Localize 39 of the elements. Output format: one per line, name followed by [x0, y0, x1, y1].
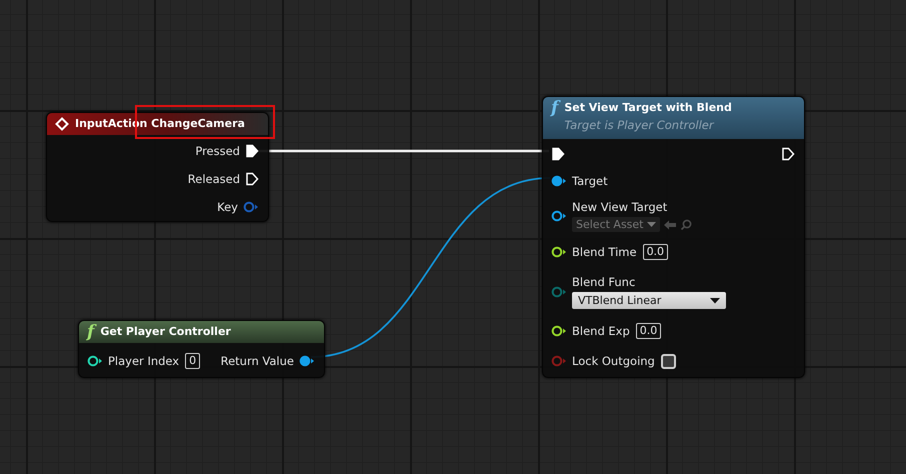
node-panel[interactable]: f Set View Target with Blend Target is Player Controller Target New View Target Select Asset Blend Time 0.0 Blend Func VTBlend Linear Blend Exp 0.0 Lock Outgoing [542, 96, 805, 378]
pin-icon[interactable] [551, 246, 567, 258]
event-icon [55, 117, 69, 131]
node-title: Set View Target with Blend [564, 100, 732, 116]
pin-label: New View Target [572, 200, 668, 214]
pin-icon[interactable] [551, 175, 567, 187]
exec-pin-icon[interactable] [245, 144, 259, 158]
pin-icon[interactable] [299, 355, 315, 367]
number-field[interactable]: 0 [185, 353, 200, 369]
dropdown[interactable]: VTBlend Linear [572, 292, 726, 309]
pin-label: Return Value [220, 354, 294, 368]
exec-pin-icon[interactable] [245, 172, 259, 186]
pin-label: Lock Outgoing [572, 354, 655, 368]
pin-label: Blend Exp [572, 324, 630, 338]
exec-pin-icon[interactable] [551, 147, 565, 161]
function-icon: f [551, 100, 558, 116]
pin-label: Player Index [108, 354, 180, 368]
asset-picker[interactable]: Select Asset [572, 217, 660, 232]
checkbox[interactable] [660, 354, 676, 368]
node-title: Get Player Controller [100, 324, 231, 340]
pin-icon[interactable] [551, 210, 567, 222]
number-field[interactable]: 0.0 [642, 244, 668, 260]
pin-label: Blend Func [572, 275, 636, 289]
caret-icon [710, 298, 720, 304]
pin-label: Key [217, 200, 238, 214]
exec-pin-icon[interactable] [781, 147, 795, 161]
node-title: InputAction ChangeCamera [75, 116, 245, 132]
pin-label: Target [572, 174, 608, 188]
node-panel[interactable]: InputAction ChangeCamera Pressed Released Key [46, 112, 269, 222]
pin-icon[interactable] [87, 355, 103, 367]
pin-label: Released [188, 172, 240, 186]
node-subtitle: Target is Player Controller [564, 117, 716, 134]
number-field[interactable]: 0.0 [636, 323, 662, 339]
function-icon: f [87, 324, 94, 340]
pin-icon[interactable] [551, 325, 567, 337]
pin-label: Blend Time [572, 245, 637, 259]
pin-label: Pressed [195, 144, 240, 158]
node-panel[interactable]: f Get Player Controller Player Index 0 Return Value [78, 320, 325, 378]
caret-icon [646, 222, 656, 228]
